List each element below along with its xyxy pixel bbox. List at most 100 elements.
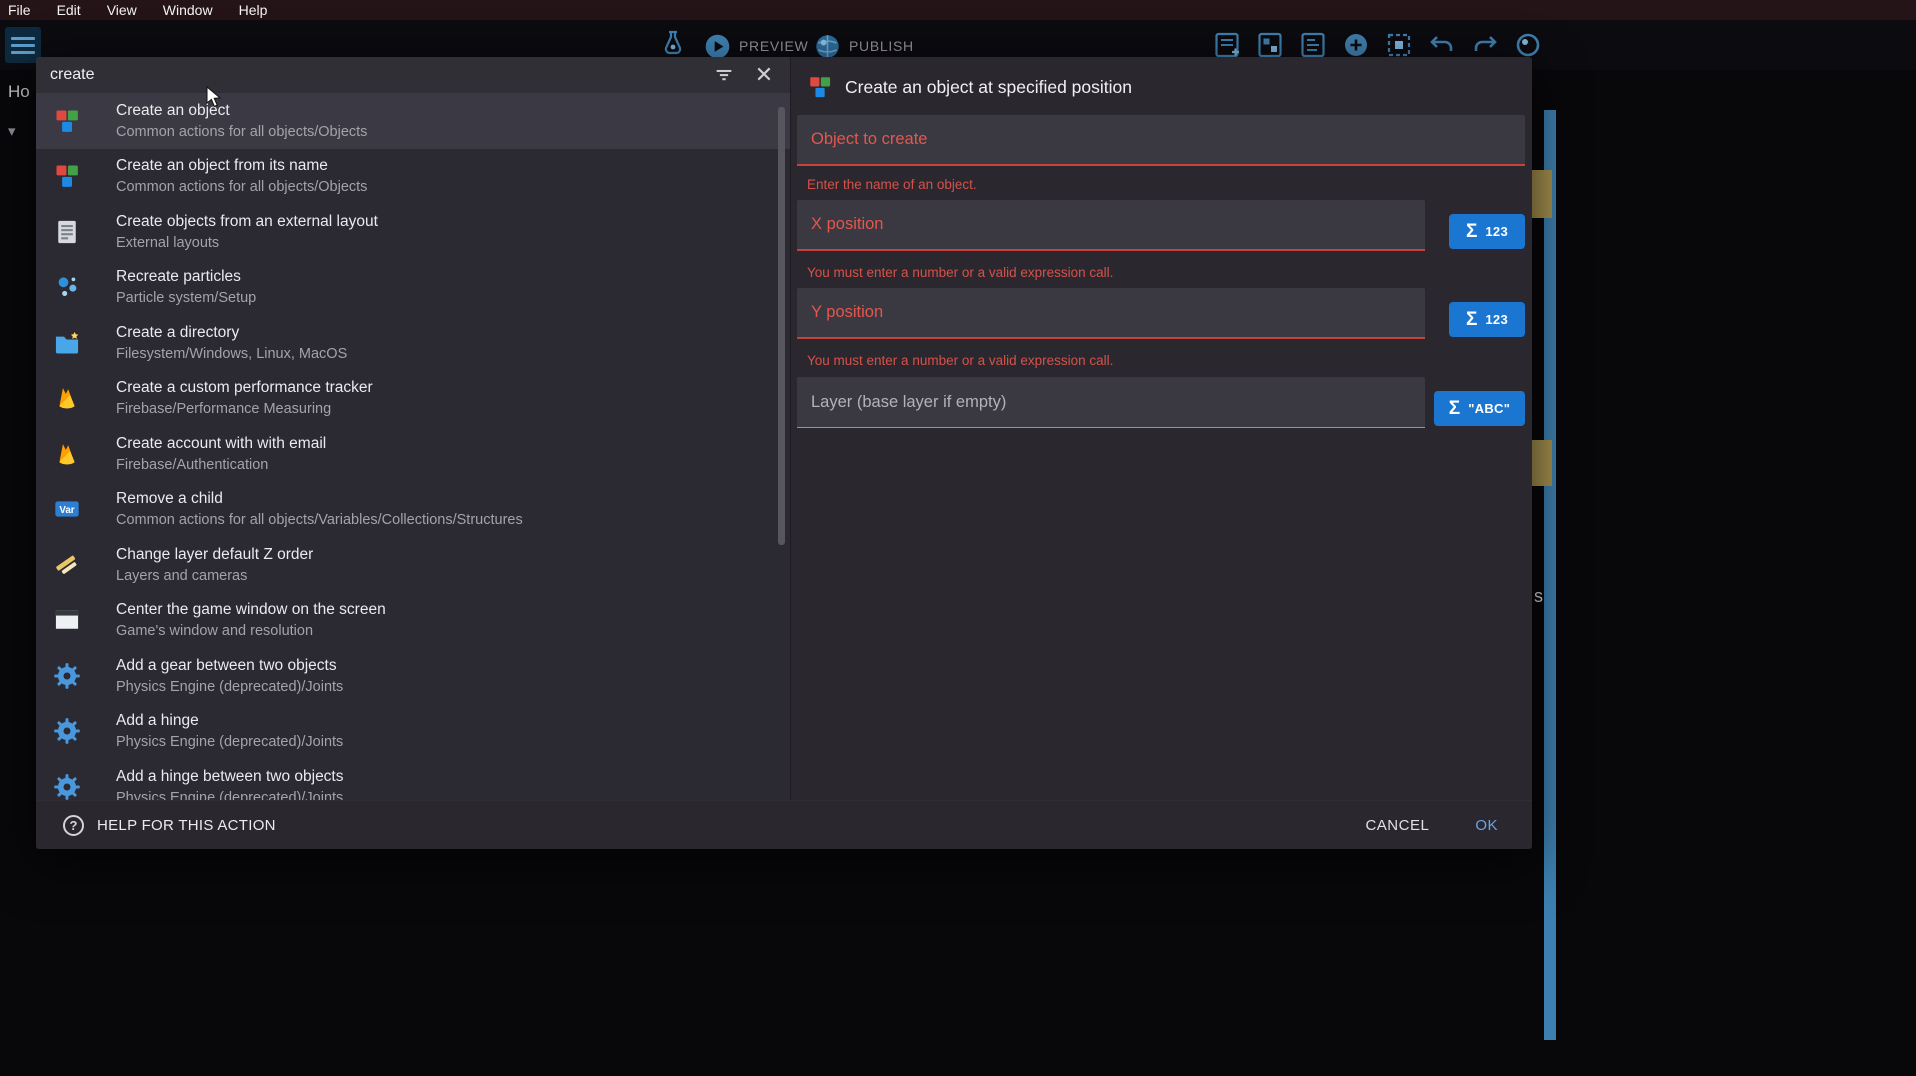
action-list-item[interactable]: Var Remove a childCommon actions for all … <box>36 482 790 538</box>
action-list-item[interactable]: Create a custom performance trackerFireb… <box>36 371 790 427</box>
ok-button[interactable]: OK <box>1475 817 1498 834</box>
search-bar: ✕ <box>36 57 790 93</box>
action-search-panel: ✕ Create an objectCommon actions for all… <box>36 57 790 800</box>
help-label: HELP FOR THIS ACTION <box>97 817 276 834</box>
physics-icon <box>52 772 82 800</box>
action-title: Create a custom performance tracker <box>116 377 373 398</box>
help-button[interactable]: ? HELP FOR THIS ACTION <box>63 815 276 836</box>
undo-icon[interactable] <box>1427 30 1457 60</box>
objects-icon <box>52 106 82 136</box>
redo-icon[interactable] <box>1470 30 1500 60</box>
x-error-text: You must enter a number or a valid expre… <box>807 265 1113 280</box>
action-list-item[interactable]: Add a hingePhysics Engine (deprecated)/J… <box>36 704 790 760</box>
action-title: Remove a child <box>116 488 523 509</box>
firebase-icon <box>52 439 82 469</box>
editor-scrollbar[interactable] <box>1544 110 1556 1040</box>
action-subtitle: Firebase/Performance Measuring <box>116 399 373 419</box>
action-list: Create an objectCommon actions for all o… <box>36 93 790 800</box>
object-to-create-field[interactable]: Object to create <box>797 115 1525 166</box>
action-list-item[interactable]: Recreate particlesParticle system/Setup <box>36 260 790 316</box>
create-object-icon <box>807 74 833 100</box>
action-list-item[interactable]: Create objects from an external layoutEx… <box>36 204 790 260</box>
action-subtitle: Filesystem/Windows, Linux, MacOS <box>116 344 347 364</box>
publish-label: PUBLISH <box>849 38 914 54</box>
x-expression-button[interactable]: Σ 123 <box>1449 214 1525 249</box>
tab-home-fragment[interactable]: Ho <box>8 82 30 102</box>
action-subtitle: Physics Engine (deprecated)/Joints <box>116 677 343 697</box>
object-groups-panel-icon[interactable] <box>1255 30 1285 60</box>
preview-label: PREVIEW <box>739 38 808 54</box>
action-subtitle: Game's window and resolution <box>116 621 386 641</box>
sigma-icon: Σ <box>1449 399 1460 418</box>
objects-icon <box>52 161 82 191</box>
action-list-item[interactable]: Create a directoryFilesystem/Windows, Li… <box>36 315 790 371</box>
filter-icon[interactable] <box>712 63 736 87</box>
firebase-icon <box>52 383 82 413</box>
zoom-icon[interactable] <box>1513 30 1543 60</box>
background-text-fragment: s <box>1534 586 1543 607</box>
action-title: Center the game window on the screen <box>116 599 386 620</box>
add-instance-icon[interactable] <box>1341 30 1371 60</box>
action-list-item[interactable]: Create an objectCommon actions for all o… <box>36 93 790 149</box>
physics-icon <box>52 661 82 691</box>
search-input[interactable] <box>50 66 696 84</box>
play-icon <box>704 33 731 60</box>
x-position-field[interactable]: X position <box>797 200 1425 251</box>
action-title: Create a directory <box>116 322 347 343</box>
menu-file[interactable]: File <box>8 2 31 18</box>
preview-button[interactable]: PREVIEW <box>704 32 808 60</box>
action-list-item[interactable]: Add a gear between two objectsPhysics En… <box>36 648 790 704</box>
action-subtitle: Physics Engine (deprecated)/Joints <box>116 732 343 752</box>
action-title: Create account with with email <box>116 433 326 454</box>
action-title: Create an object <box>116 100 367 121</box>
menu-view[interactable]: View <box>107 2 137 18</box>
debugger-icon[interactable] <box>658 28 688 58</box>
action-list-item[interactable]: Center the game window on the screenGame… <box>36 593 790 649</box>
folder-icon <box>52 328 82 358</box>
object-to-create-label: Object to create <box>811 130 927 149</box>
action-subtitle: Common actions for all objects/Objects <box>116 122 367 142</box>
menu-help[interactable]: Help <box>239 2 268 18</box>
help-icon: ? <box>63 815 84 836</box>
action-list-item[interactable]: Create an object from its nameCommon act… <box>36 149 790 205</box>
svg-text:Var: Var <box>59 505 74 516</box>
globe-icon <box>814 33 841 60</box>
particles-icon <box>52 272 82 302</box>
properties-panel-icon[interactable] <box>1298 30 1328 60</box>
y-error-text: You must enter a number or a valid expre… <box>807 353 1113 368</box>
menu-window[interactable]: Window <box>163 2 213 18</box>
chevron-down-icon[interactable]: ▾ <box>8 122 16 140</box>
cancel-button[interactable]: CANCEL <box>1365 817 1429 834</box>
action-subtitle: Common actions for all objects/Objects <box>116 177 367 197</box>
action-title: Recreate particles <box>116 266 256 287</box>
layer-expression-button[interactable]: Σ "ABC" <box>1434 391 1525 426</box>
menu-edit[interactable]: Edit <box>57 2 81 18</box>
y-expression-button[interactable]: Σ 123 <box>1449 302 1525 337</box>
layer-field[interactable]: Layer (base layer if empty) <box>797 377 1425 428</box>
list-scrollbar[interactable] <box>778 107 785 545</box>
action-detail-panel: Create an object at specified position O… <box>790 57 1532 800</box>
instances-panel-icon[interactable] <box>1384 30 1414 60</box>
action-title: Add a hinge between two objects <box>116 766 344 787</box>
close-icon[interactable]: ✕ <box>752 63 776 87</box>
detail-title: Create an object at specified position <box>845 77 1132 98</box>
publish-button[interactable]: PUBLISH <box>814 32 914 60</box>
object-helper-text: Enter the name of an object. <box>807 177 977 192</box>
detail-header: Create an object at specified position <box>791 57 1532 112</box>
x-position-label: X position <box>811 215 883 234</box>
action-subtitle: Firebase/Authentication <box>116 455 326 475</box>
external-layout-icon <box>52 217 82 247</box>
y-position-field[interactable]: Y position <box>797 288 1425 339</box>
action-subtitle: Physics Engine (deprecated)/Joints <box>116 788 344 800</box>
action-subtitle: Common actions for all objects/Variables… <box>116 510 523 530</box>
objects-panel-icon[interactable] <box>1212 30 1242 60</box>
action-title: Create objects from an external layout <box>116 211 378 232</box>
y-position-label: Y position <box>811 303 883 322</box>
sigma-icon: Σ <box>1466 310 1477 329</box>
choose-action-dialog: ✕ Create an objectCommon actions for all… <box>36 57 1532 849</box>
action-list-item[interactable]: Add a hinge between two objectsPhysics E… <box>36 759 790 800</box>
toolbar-right-icons <box>1212 30 1543 60</box>
action-list-item[interactable]: Create account with with emailFirebase/A… <box>36 426 790 482</box>
action-subtitle: External layouts <box>116 233 378 253</box>
action-list-item[interactable]: Change layer default Z orderLayers and c… <box>36 537 790 593</box>
